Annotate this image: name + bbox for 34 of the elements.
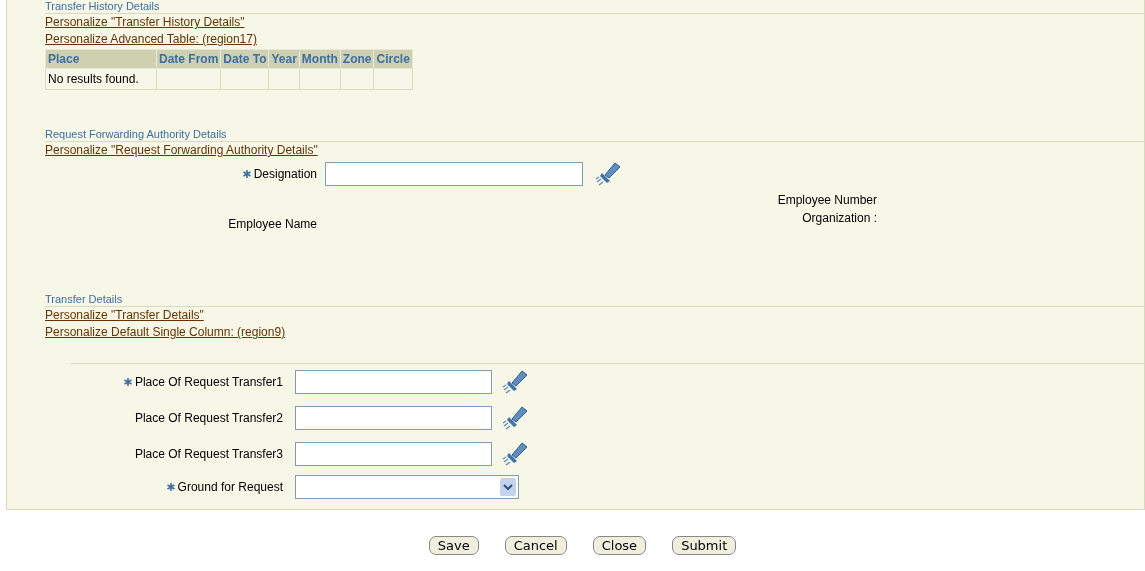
column-header: Year xyxy=(268,49,300,69)
action-button[interactable]: Close xyxy=(592,536,647,555)
input-field[interactable] xyxy=(295,442,492,466)
dropdown-field[interactable] xyxy=(295,475,519,499)
field-label: Place Of Request Transfer3 xyxy=(134,447,283,461)
personalize-link[interactable]: Personalize "Transfer History Details" xyxy=(45,14,245,31)
field-label: Designation xyxy=(253,167,317,181)
field-label: Place Of Request Transfer2 xyxy=(134,411,283,425)
personalize-link[interactable]: Personalize Default Single Column: (region9) xyxy=(45,324,286,341)
column-header: Date From xyxy=(156,49,221,69)
field-label: Organization : xyxy=(802,211,877,225)
table-cell: No results found. xyxy=(45,68,157,90)
field-label: Place Of Request Transfer1 xyxy=(134,375,283,389)
column-header: Place xyxy=(45,49,157,69)
column-header: Month xyxy=(299,49,341,69)
field-label: Employee Name xyxy=(228,217,317,231)
column-header: Zone xyxy=(340,49,374,69)
field-label: Employee Number xyxy=(777,193,877,207)
designation-field[interactable] xyxy=(325,162,583,186)
personalize-link[interactable]: Personalize "Transfer Details" xyxy=(45,307,204,324)
input-field[interactable] xyxy=(295,406,492,430)
column-header: Date To xyxy=(220,49,269,69)
column-header: Circle xyxy=(374,49,413,69)
action-button[interactable]: Save xyxy=(428,536,479,555)
field-label: Ground for Request xyxy=(177,480,283,494)
personalize-link[interactable]: Personalize Advanced Table: (region17) xyxy=(45,31,257,48)
section-heading: Request Forwarding Authority Details xyxy=(45,128,1144,142)
section-heading: Transfer Details xyxy=(45,293,1144,307)
personalize-link[interactable]: Personalize "Request Forwarding Authority Details" xyxy=(45,142,318,159)
section-heading: Transfer History Details xyxy=(45,0,1144,14)
input-field[interactable] xyxy=(295,370,492,394)
action-button[interactable]: Cancel xyxy=(504,536,567,555)
dropdown-caret-icon[interactable] xyxy=(500,478,516,496)
action-button[interactable]: Submit xyxy=(672,536,737,555)
